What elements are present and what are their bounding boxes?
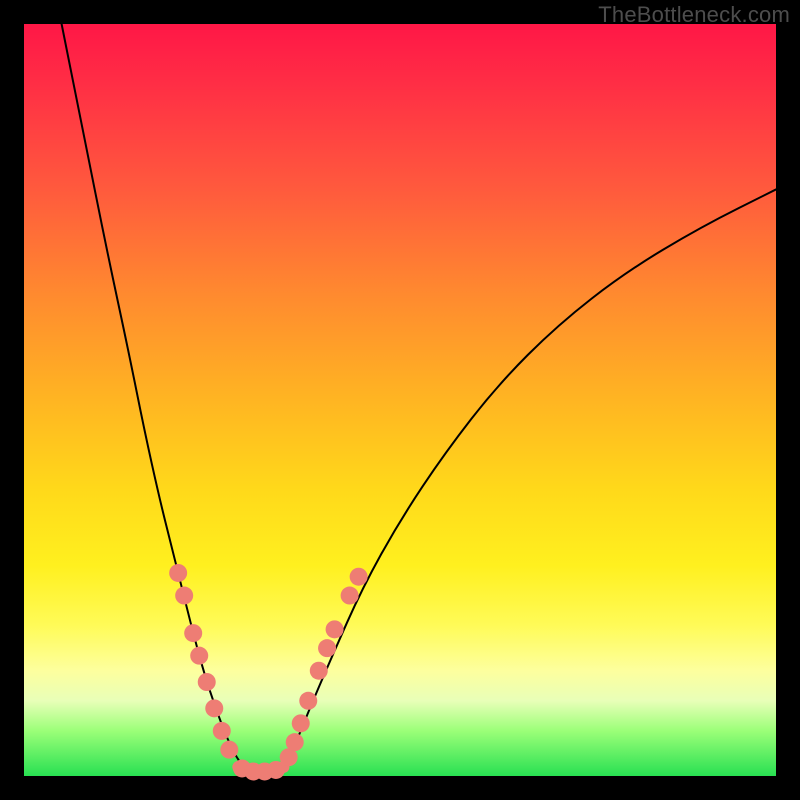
marker-point <box>190 647 208 665</box>
marker-point <box>213 722 231 740</box>
marker-point <box>350 568 368 586</box>
marker-point <box>310 662 328 680</box>
chart-svg <box>24 24 776 776</box>
chart-frame: TheBottleneck.com <box>0 0 800 800</box>
plot-area <box>24 24 776 776</box>
marker-point <box>175 587 193 605</box>
marker-point <box>184 624 202 642</box>
series-left-branch <box>62 24 250 772</box>
marker-point <box>292 714 310 732</box>
marker-point <box>326 620 344 638</box>
marker-point <box>341 587 359 605</box>
series-right-branch <box>280 189 776 772</box>
marker-point <box>299 692 317 710</box>
marker-point <box>267 761 285 779</box>
marker-point <box>286 733 304 751</box>
data-markers <box>169 564 367 781</box>
watermark-text: TheBottleneck.com <box>598 2 790 28</box>
marker-point <box>169 564 187 582</box>
marker-point <box>205 699 223 717</box>
marker-point <box>220 741 238 759</box>
curve-lines <box>62 24 776 772</box>
marker-point <box>318 639 336 657</box>
marker-point <box>198 673 216 691</box>
